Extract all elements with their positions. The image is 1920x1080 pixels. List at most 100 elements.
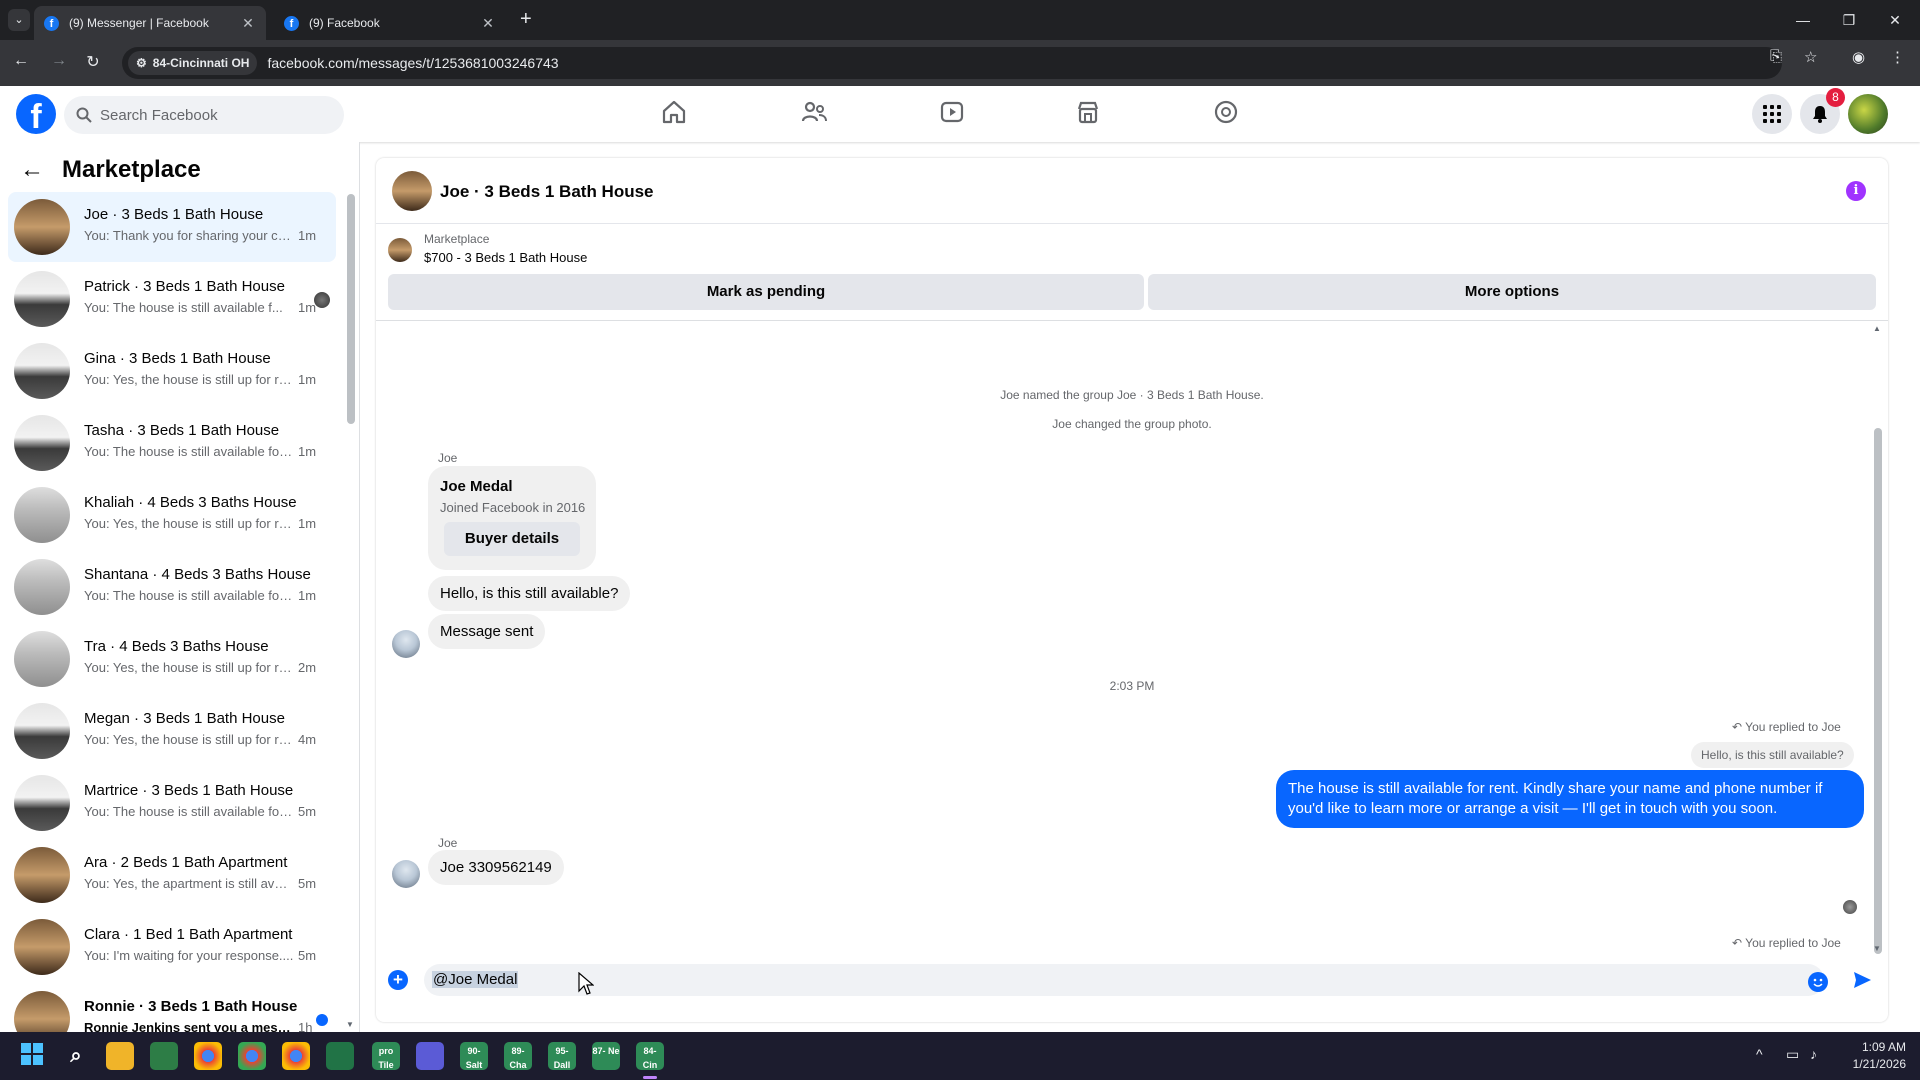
profile-icon[interactable]: ◉ (1852, 48, 1865, 66)
scroll-up-arrow[interactable]: ▲ (1873, 324, 1881, 333)
account-avatar[interactable] (1848, 94, 1888, 134)
conversation-item[interactable]: Khaliah · 4 Beds 3 Baths House You: Yes,… (8, 480, 336, 550)
bookmark-star-icon[interactable]: ☆ (1804, 48, 1817, 66)
buyer-joined: Joined Facebook in 2016 (440, 500, 586, 515)
search-input[interactable]: Search Facebook (64, 96, 344, 134)
home-icon[interactable] (660, 98, 692, 130)
buyer-details-button[interactable]: Buyer details (444, 522, 580, 556)
more-options-button[interactable]: More options (1148, 274, 1876, 310)
conversation-preview: You: The house is still available f... (84, 300, 283, 315)
chat-title[interactable]: Joe · 3 Beds 1 Bath House (440, 182, 654, 202)
mention-text[interactable]: @Joe Medal (432, 971, 519, 988)
listing-price[interactable]: $700 - 3 Beds 1 Bath House (424, 250, 587, 265)
sender-name: Joe (438, 451, 458, 465)
sidebar-scrollbar[interactable] (347, 194, 355, 424)
conversation-preview: You: I'm waiting for your response.... (84, 948, 294, 963)
taskbar: ⌕ pro Tile 90- Salt 89- Cha 95- Dall 87-… (0, 1032, 1920, 1080)
volume-icon[interactable]: ♪ (1810, 1046, 1817, 1062)
conversation-item[interactable]: Ronnie · 3 Beds 1 Bath House Ronnie Jenk… (8, 984, 336, 1032)
chevron-up-icon[interactable]: ^ (1756, 1046, 1763, 1062)
conversation-item[interactable]: Gina · 3 Beds 1 Bath House You: Yes, the… (8, 336, 336, 406)
reply-indicator: ↶ You replied to Joe (1732, 720, 1841, 734)
quoted-message[interactable]: Hello, is this still available? (1691, 742, 1854, 768)
start-icon[interactable] (18, 1042, 46, 1070)
conversation-item[interactable]: Clara · 1 Bed 1 Bath Apartment You: I'm … (8, 912, 336, 982)
install-app-icon[interactable]: ⎘ (1770, 48, 1782, 65)
app-icon[interactable] (150, 1042, 178, 1070)
sender-avatar[interactable] (392, 630, 420, 658)
conversation-item[interactable]: Ara · 2 Beds 1 Bath Apartment You: Yes, … (8, 840, 336, 910)
facebook-header: f Search Facebook 8 (0, 86, 1920, 142)
conversation-time: 1m (298, 516, 317, 531)
site-chip-label: 84-Cincinnati OH (152, 56, 250, 70)
facebook-logo[interactable]: f (16, 94, 56, 136)
plus-icon[interactable]: + (388, 970, 408, 990)
conversation-avatar (14, 775, 70, 831)
conversation-item[interactable]: Patrick · 3 Beds 1 Bath House You: The h… (8, 264, 336, 334)
send-icon[interactable] (1852, 970, 1872, 995)
clock-time[interactable]: 1:09 AM (1846, 1040, 1906, 1054)
browser-menu-icon[interactable]: ⋮ (1890, 48, 1905, 66)
browser-tab-messenger[interactable]: f (9) Messenger | Facebook ✕ (34, 6, 266, 40)
scroll-down-arrow[interactable]: ▼ (1873, 944, 1881, 953)
chrome-icon[interactable] (282, 1042, 310, 1070)
taskbar-app[interactable]: pro Tile (372, 1042, 400, 1070)
reply-label: You replied to Joe (1745, 720, 1841, 734)
conversation-name: Tasha · 3 Beds 1 Bath House (84, 422, 280, 439)
system-message: Joe changed the group photo. (1052, 417, 1212, 431)
gaming-icon[interactable] (1212, 98, 1244, 130)
app-icon[interactable] (416, 1042, 444, 1070)
conversation-item[interactable]: Shantana · 4 Beds 3 Baths House You: The… (8, 552, 336, 622)
back-arrow-icon[interactable]: ← (20, 156, 44, 184)
network-icon[interactable]: ▭ (1786, 1046, 1799, 1063)
reload-icon[interactable]: ↻ (82, 52, 104, 72)
sidebar-header: ← Marketplace (20, 156, 201, 184)
chat-avatar[interactable] (392, 171, 432, 211)
chrome-icon[interactable] (238, 1042, 266, 1070)
taskbar-app[interactable]: 87- Ne (592, 1042, 620, 1070)
info-icon[interactable]: i (1846, 181, 1866, 201)
new-tab-button[interactable]: + (520, 8, 532, 31)
search-icon[interactable]: ⌕ (62, 1042, 90, 1070)
conversation-item[interactable]: Martrice · 3 Beds 1 Bath House You: The … (8, 768, 336, 838)
taskbar-app[interactable]: 84- Cin (636, 1042, 664, 1070)
minimize-button[interactable]: — (1780, 0, 1826, 40)
file-explorer-icon[interactable] (106, 1042, 134, 1070)
restore-button[interactable]: ❐ (1826, 0, 1872, 40)
conversation-preview: You: Yes, the house is still up for re..… (84, 732, 294, 747)
back-icon[interactable]: ← (10, 52, 32, 70)
marketplace-icon[interactable] (1074, 98, 1106, 130)
close-tab-icon[interactable]: ✕ (480, 15, 496, 32)
taskbar-app[interactable]: 95- Dall (548, 1042, 576, 1070)
taskbar-app[interactable]: 90- Salt (460, 1042, 488, 1070)
incoming-message: Hello, is this still available? (428, 576, 631, 611)
clock-date[interactable]: 1/21/2026 (1842, 1057, 1906, 1071)
taskbar-app[interactable]: 89- Cha (504, 1042, 532, 1070)
conversation-item[interactable]: Tasha · 3 Beds 1 Bath House You: The hou… (8, 408, 336, 478)
conversation-item[interactable]: Megan · 3 Beds 1 Bath House You: Yes, th… (8, 696, 336, 766)
conversation-item[interactable]: Tra · 4 Beds 3 Baths House You: Yes, the… (8, 624, 336, 694)
chrome-icon[interactable] (194, 1042, 222, 1070)
message-input[interactable]: @Joe Medal (424, 964, 1824, 996)
conversation-item[interactable]: Joe · 3 Beds 1 Bath House You: Thank you… (8, 192, 336, 262)
browser-tab-facebook[interactable]: f (9) Facebook ✕ (274, 6, 506, 40)
close-window-button[interactable]: ✕ (1872, 0, 1918, 40)
address-bar[interactable]: ⚙ 84-Cincinnati OH facebook.com/messages… (122, 47, 1782, 79)
site-info-chip[interactable]: ⚙ 84-Cincinnati OH (128, 51, 258, 75)
menu-grid-icon[interactable] (1752, 94, 1792, 134)
search-placeholder: Search Facebook (100, 106, 218, 124)
chat-scrollbar[interactable] (1874, 428, 1882, 954)
mark-as-pending-button[interactable]: Mark as pending (388, 274, 1144, 310)
url-text[interactable]: facebook.com/messages/t/1253681003246743 (267, 55, 558, 71)
emoji-icon[interactable] (1808, 972, 1828, 992)
divider (376, 320, 1888, 321)
chat-panel: Joe · 3 Beds 1 Bath House i Marketplace … (376, 158, 1888, 1022)
forward-icon[interactable]: → (48, 52, 70, 70)
video-icon[interactable] (938, 98, 970, 130)
spreadsheet-icon[interactable] (326, 1042, 354, 1070)
friends-icon[interactable] (800, 98, 832, 130)
tab-search-button[interactable]: ⌄ (8, 9, 30, 31)
scroll-down-arrow[interactable]: ▼ (346, 1020, 354, 1029)
close-tab-icon[interactable]: ✕ (240, 15, 256, 32)
sender-avatar[interactable] (392, 860, 420, 888)
